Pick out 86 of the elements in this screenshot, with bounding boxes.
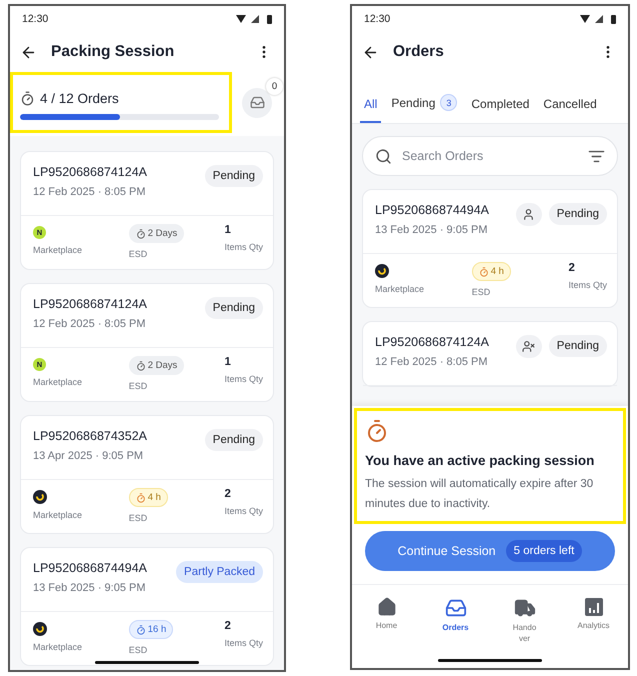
order-date: 12 Feb 2025 · 8:05 PM	[33, 318, 147, 330]
screen-title: Orders	[393, 43, 445, 61]
field-label: ESD	[472, 287, 490, 297]
field-label: Marketplace	[375, 284, 424, 294]
timer-icon	[478, 266, 489, 276]
order-card[interactable]: LP9520686874494A 13 Feb 2025 · 9:05 PM Pending Marketplace 4 h ESD 2 Items Qty	[362, 189, 618, 308]
tray-icon[interactable]	[250, 95, 264, 110]
status-tag: Pending	[204, 429, 263, 451]
field-label: Marketplace	[33, 642, 82, 652]
count-badge: 0	[266, 78, 283, 94]
search-icon	[375, 148, 392, 164]
field-label: ESD	[128, 645, 148, 655]
tab[interactable]: Completed	[467, 97, 534, 123]
order-date: 13 Feb 2025 · 9:05 PM	[33, 582, 147, 594]
continue-session-button[interactable]: Continue Session 5 orders left	[365, 531, 615, 571]
progress-label: 4 / 12 Orders	[40, 91, 119, 106]
timer-icon	[136, 228, 146, 238]
marketplace-logo-icon	[375, 264, 389, 278]
field-label: Items Qty	[568, 280, 607, 290]
nav-item[interactable]: Analytics	[559, 597, 628, 645]
order-id: LP9520686874494A	[33, 561, 148, 575]
field-label: ESD	[128, 249, 148, 259]
timer-icon	[365, 419, 389, 443]
status-tag: Pending	[548, 335, 607, 357]
field-label: ESD	[128, 513, 148, 523]
timer-icon	[20, 91, 35, 106]
timer-icon	[136, 624, 146, 634]
count-badge: 3	[440, 94, 458, 111]
field-label: Marketplace	[33, 245, 82, 255]
timer-icon	[136, 360, 146, 370]
field-label: Items Qty	[224, 638, 263, 648]
status-time: 12:30	[22, 13, 48, 25]
esd-tag: 16 h	[128, 620, 174, 639]
order-id: LP9520686874124A	[33, 297, 148, 311]
items-qty: 2	[224, 620, 231, 632]
marketplace-logo-icon	[33, 622, 47, 636]
field-label: Items Qty	[224, 374, 263, 384]
order-card[interactable]: LP9520686874352A 13 Apr 2025 · 9:05 PM Pending Marketplace 4 h ESD 2 Items Qty	[20, 415, 274, 534]
nav-item[interactable]: Handover	[490, 597, 559, 645]
items-qty: 2	[224, 488, 231, 500]
tray-button[interactable]	[242, 88, 272, 118]
marketplace-logo-icon	[33, 490, 47, 504]
status-tag: Pending	[204, 297, 263, 319]
order-id: LP9520686874124A	[33, 165, 148, 179]
esd-tag: 2 Days	[128, 224, 184, 243]
search-field[interactable]: Search Orders	[362, 136, 618, 176]
field-label: Items Qty	[224, 506, 263, 516]
bar-chart-icon	[584, 597, 604, 617]
status-tag: Pending	[204, 165, 263, 187]
esd-tag: 4 h	[128, 488, 168, 507]
field-label: Marketplace	[33, 377, 82, 387]
sheet-title: You have an active packing session	[365, 453, 596, 468]
field-label: Items Qty	[224, 242, 263, 252]
order-id: LP9520686874494A	[375, 203, 490, 217]
status-time: 12:30	[364, 13, 390, 25]
order-date: 13 Feb 2025 · 9:05 PM	[375, 224, 489, 236]
field-label: Marketplace	[33, 510, 82, 520]
nav-item[interactable]: Orders	[421, 597, 490, 645]
truck-icon	[514, 597, 536, 619]
status-icons	[580, 14, 618, 24]
status-tag: Pending	[548, 203, 607, 225]
inbox-icon	[444, 597, 466, 619]
esd-tag: 4 h	[472, 262, 511, 281]
items-qty: 1	[224, 224, 231, 236]
order-date: 13 Apr 2025 · 9:05 PM	[33, 450, 144, 462]
items-qty: 1	[224, 356, 231, 368]
home-icon	[376, 597, 396, 617]
esd-tag: 2 Days	[128, 356, 184, 375]
orders-left-tag: 5 orders left	[506, 540, 582, 562]
order-date: 12 Feb 2025 · 8:05 PM	[375, 356, 489, 368]
field-label: ESD	[128, 381, 148, 391]
items-qty: 2	[568, 262, 575, 274]
order-date: 12 Feb 2025 · 8:05 PM	[33, 186, 147, 198]
tab[interactable]: Cancelled	[539, 97, 601, 123]
status-tag: Partly Packed	[176, 561, 263, 583]
search-input[interactable]: Search Orders	[400, 148, 580, 164]
tab[interactable]: Pending 3	[387, 94, 462, 123]
order-card[interactable]: LP9520686874494A 13 Feb 2025 · 9:05 PM Partly Packed Marketplace 16 h ESD 2 Items Qty	[20, 547, 274, 666]
screen-title: Packing Session	[51, 43, 176, 61]
nav-item[interactable]: Home	[352, 597, 421, 645]
status-icons	[236, 14, 274, 24]
order-card[interactable]: LP9520686874124A 12 Feb 2025 · 8:05 PM Pending	[362, 321, 618, 387]
order-id: LP9520686874124A	[375, 335, 490, 349]
sheet-message: The session will automatically expire after 30 minutes due to inactivity.	[365, 477, 594, 512]
timer-icon	[136, 492, 146, 502]
order-id: LP9520686874352A	[33, 429, 148, 443]
